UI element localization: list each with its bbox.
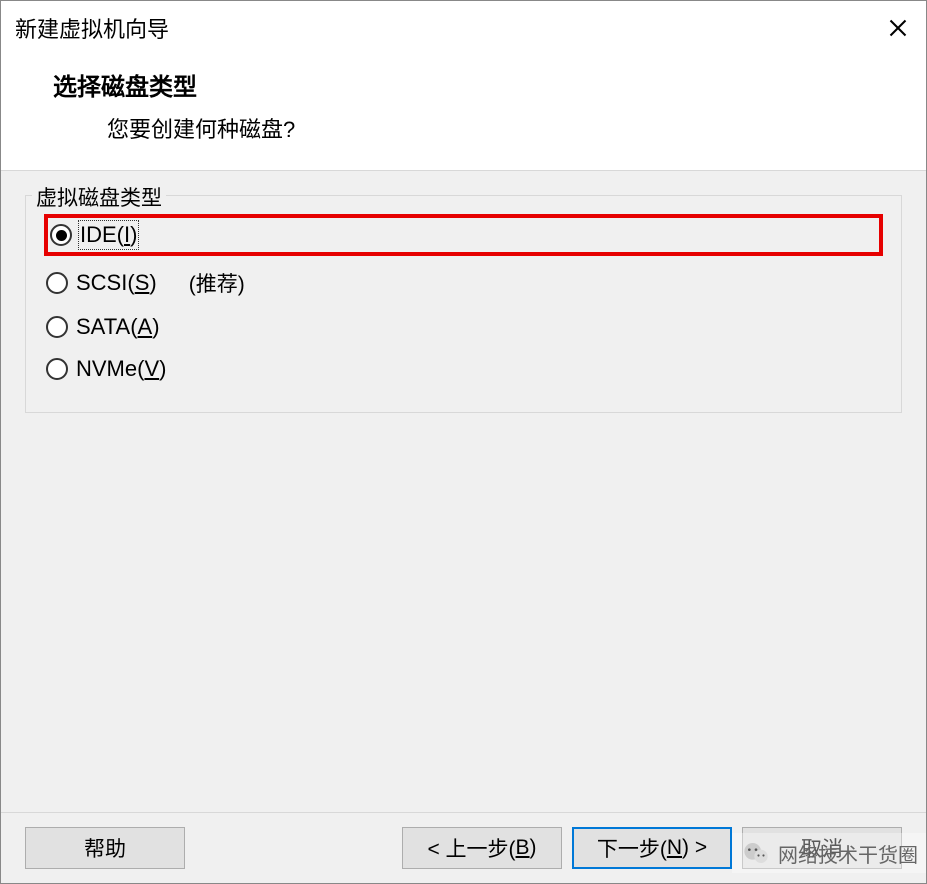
radio-option-nvme[interactable]: NVMe(V) xyxy=(44,348,883,390)
page-subtext: 您要创建何种磁盘? xyxy=(53,112,886,144)
wizard-footer: 帮助 < 上一步(B) 下一步(N) > 取消 网络技术干货圈 xyxy=(1,812,926,883)
radio-label-scsi: SCSI(S) xyxy=(76,270,157,296)
close-button[interactable] xyxy=(884,14,912,42)
radio-option-sata[interactable]: SATA(A) xyxy=(44,306,883,348)
wizard-window: 新建虚拟机向导 选择磁盘类型 您要创建何种磁盘? 虚拟磁盘类型 IDE(I) S… xyxy=(0,0,927,884)
page-heading: 选择磁盘类型 xyxy=(53,67,886,102)
radio-label-ide: IDE(I) xyxy=(80,222,137,248)
wizard-body: 虚拟磁盘类型 IDE(I) SCSI(S) (推荐) SATA(A) NVMe(… xyxy=(1,170,926,812)
wizard-header: 选择磁盘类型 您要创建何种磁盘? xyxy=(1,49,926,170)
radio-icon xyxy=(46,316,68,338)
help-button[interactable]: 帮助 xyxy=(25,827,185,869)
titlebar: 新建虚拟机向导 xyxy=(1,1,926,49)
radio-icon xyxy=(50,224,72,246)
radio-label-nvme: NVMe(V) xyxy=(76,356,166,382)
radio-icon xyxy=(46,358,68,380)
next-button[interactable]: 下一步(N) > xyxy=(572,827,732,869)
radio-option-scsi[interactable]: SCSI(S) (推荐) xyxy=(44,260,883,306)
back-button[interactable]: < 上一步(B) xyxy=(402,827,562,869)
disk-type-group: 虚拟磁盘类型 IDE(I) SCSI(S) (推荐) SATA(A) NVMe(… xyxy=(25,195,902,413)
radio-icon xyxy=(46,272,68,294)
radio-label-sata: SATA(A) xyxy=(76,314,160,340)
group-legend: 虚拟磁盘类型 xyxy=(32,182,166,212)
radio-option-ide[interactable]: IDE(I) xyxy=(44,214,883,256)
window-title: 新建虚拟机向导 xyxy=(15,12,169,44)
close-icon xyxy=(888,18,908,38)
recommended-hint: (推荐) xyxy=(189,268,245,298)
cancel-button[interactable]: 取消 xyxy=(742,827,902,869)
